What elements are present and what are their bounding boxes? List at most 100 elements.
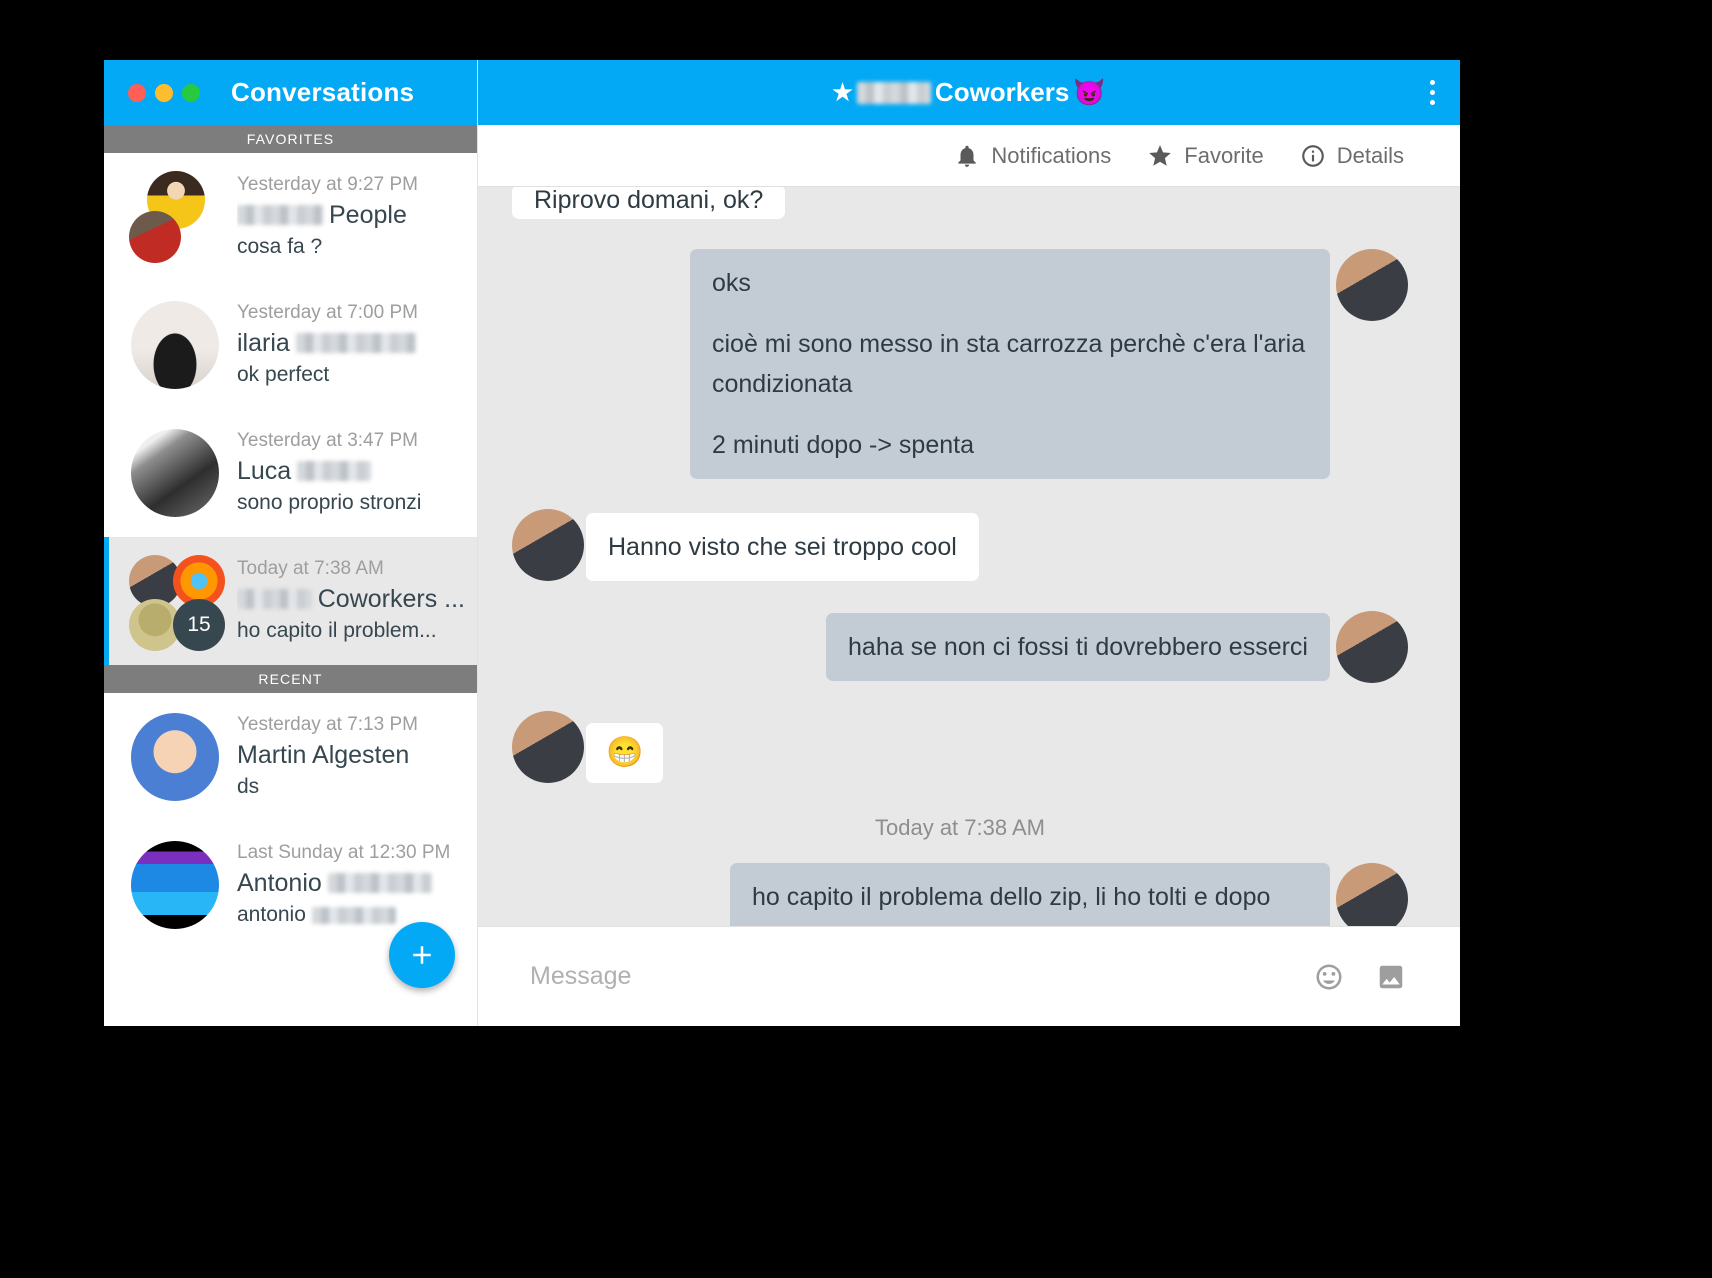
message-row: ho capito il problema dello zip, li ho t… xyxy=(512,863,1408,926)
conversation-timestamp: Yesterday at 7:00 PM xyxy=(237,302,418,323)
window-traffic-lights xyxy=(128,83,200,102)
sidebar-titlebar: Conversations xyxy=(104,60,477,125)
avatar xyxy=(131,841,219,929)
conversation-name: Luca xyxy=(237,454,465,488)
avatar xyxy=(1336,611,1408,683)
message-bubble-clipped: Riprovo domani, ok? xyxy=(512,187,786,219)
chat-panel: ★ Coworkers 😈 Notifications Favorite Det… xyxy=(478,60,1460,1026)
section-header-recent: RECENT xyxy=(104,665,477,693)
avatar xyxy=(131,301,219,389)
conversations-sidebar: Conversations FAVORITES Yesterday at 9:2… xyxy=(104,60,478,1026)
image-icon xyxy=(1379,965,1403,988)
message-time-divider: Today at 7:38 AM xyxy=(875,815,1045,840)
avatar-cluster xyxy=(129,839,221,931)
conversation-name: People xyxy=(237,198,465,232)
page-title: Conversations xyxy=(231,77,415,107)
conversation-item-martin-algesten[interactable]: Yesterday at 7:13 PM Martin Algesten ds xyxy=(104,693,477,821)
favorite-button[interactable]: Favorite xyxy=(1147,142,1264,169)
message-row: Hanno visto che sei troppo cool xyxy=(512,509,1408,581)
conversation-name-text: Coworkers ... xyxy=(317,585,465,613)
close-window-button[interactable] xyxy=(128,83,146,102)
chat-title-text: Coworkers xyxy=(934,77,1070,107)
message-line: ho capito il problema dello zip, li ho t… xyxy=(752,883,1271,926)
conversation-item-ilaria[interactable]: Yesterday at 7:00 PM ilaria ok perfect xyxy=(104,281,477,409)
message-line: 2 minuti dopo -> spenta xyxy=(712,431,974,459)
emoji-picker-button[interactable] xyxy=(1298,962,1360,992)
attach-image-button[interactable] xyxy=(1360,962,1422,992)
bell-icon xyxy=(958,145,977,167)
message-row: haha se non ci fossi ti dovrebbero esser… xyxy=(512,611,1408,683)
conversation-name-text: Luca xyxy=(237,457,292,485)
message-line: Hanno visto che sei troppo cool xyxy=(608,533,957,561)
message-row: 😁 xyxy=(512,711,1408,783)
redacted-text xyxy=(311,906,396,924)
conversation-timestamp: Today at 7:38 AM xyxy=(237,558,384,579)
conversation-timestamp: Yesterday at 7:13 PM xyxy=(237,714,418,735)
message-bubble-outgoing: oks cioè mi sono messo in sta carrozza p… xyxy=(690,249,1330,479)
minimize-window-button[interactable] xyxy=(155,83,173,102)
conversation-timestamp: Last Sunday at 12:30 PM xyxy=(237,842,451,863)
avatar xyxy=(1336,863,1408,926)
avatar xyxy=(129,211,181,263)
conversation-name-text: People xyxy=(329,201,407,229)
redacted-text xyxy=(237,205,323,225)
message-bubble-outgoing: haha se non ci fossi ti dovrebbero esser… xyxy=(826,613,1330,681)
avatar-cluster xyxy=(129,299,221,391)
message-line: cioè mi sono messo in sta carrozza perch… xyxy=(712,330,1306,398)
details-button[interactable]: Details xyxy=(1300,143,1404,169)
avatar xyxy=(1336,249,1408,321)
redacted-text xyxy=(295,333,416,353)
chat-toolbar: Notifications Favorite Details xyxy=(478,125,1460,187)
conversation-preview: ds xyxy=(237,775,260,798)
conversation-preview: cosa fa ? xyxy=(237,235,323,258)
avatar xyxy=(512,509,584,581)
app-window: Conversations FAVORITES Yesterday at 9:2… xyxy=(104,60,1460,1026)
details-label: Details xyxy=(1336,142,1404,168)
conversation-name-text: ilaria xyxy=(237,329,290,357)
devil-emoji-icon: 😈 xyxy=(1073,77,1106,107)
message-line: haha se non ci fossi ti dovrebbero esser… xyxy=(848,633,1308,661)
favorite-star-icon: ★ xyxy=(832,79,853,105)
redacted-text xyxy=(237,589,312,609)
conversation-name: Martin Algesten xyxy=(237,741,410,769)
emoji-icon xyxy=(1316,964,1342,989)
chat-titlebar: ★ Coworkers 😈 xyxy=(478,60,1460,125)
conversation-item-luca[interactable]: Yesterday at 3:47 PM Luca sono proprio s… xyxy=(104,409,477,537)
zoom-window-button[interactable] xyxy=(182,83,200,102)
new-conversation-button[interactable] xyxy=(389,922,455,988)
conversation-name: Antonio xyxy=(237,866,465,900)
conversation-preview: ok perfect xyxy=(237,363,330,386)
avatar xyxy=(131,429,219,517)
avatar-cluster: 15 xyxy=(129,555,225,651)
conversation-preview: sono proprio stronzi xyxy=(237,491,422,514)
plus-icon xyxy=(413,946,431,964)
favorite-label: Favorite xyxy=(1184,142,1264,168)
kebab-dot xyxy=(1429,90,1435,95)
conversation-timestamp: Yesterday at 3:47 PM xyxy=(237,430,418,451)
avatar xyxy=(512,711,584,783)
notifications-button[interactable]: Notifications xyxy=(954,143,1111,169)
conversation-name: Coworkers ... xyxy=(237,582,465,616)
unread-badge: 15 xyxy=(173,599,225,651)
kebab-dot xyxy=(1429,100,1435,105)
redacted-text xyxy=(327,873,432,893)
more-options-button[interactable] xyxy=(1404,60,1460,125)
message-row: Riprovo domani, ok? xyxy=(512,187,1408,219)
message-list[interactable]: Riprovo domani, ok? oks cioè mi sono mes… xyxy=(478,187,1460,926)
star-icon xyxy=(1149,144,1172,166)
message-bubble-outgoing: ho capito il problema dello zip, li ho t… xyxy=(730,863,1330,926)
avatar-cluster xyxy=(129,427,221,519)
chat-title: ★ Coworkers 😈 xyxy=(478,77,1404,108)
message-row: oks cioè mi sono messo in sta carrozza p… xyxy=(512,249,1408,479)
conversation-item-coworkers[interactable]: 15 Today at 7:38 AM Coworkers ... ho cap… xyxy=(104,537,477,665)
avatar-cluster xyxy=(129,171,221,263)
message-input[interactable] xyxy=(530,962,1298,991)
conversation-list: Yesterday at 9:27 PM People cosa fa ? Ye… xyxy=(104,153,477,1026)
redacted-text xyxy=(856,81,931,104)
info-icon xyxy=(1301,144,1324,167)
conversation-preview: ho capito il problem... xyxy=(237,619,437,642)
conversation-item-people[interactable]: Yesterday at 9:27 PM People cosa fa ? xyxy=(104,153,477,281)
message-bubble-incoming-emoji: 😁 xyxy=(586,723,664,783)
avatar-cluster xyxy=(129,711,221,803)
conversation-name-text: Antonio xyxy=(237,869,322,897)
